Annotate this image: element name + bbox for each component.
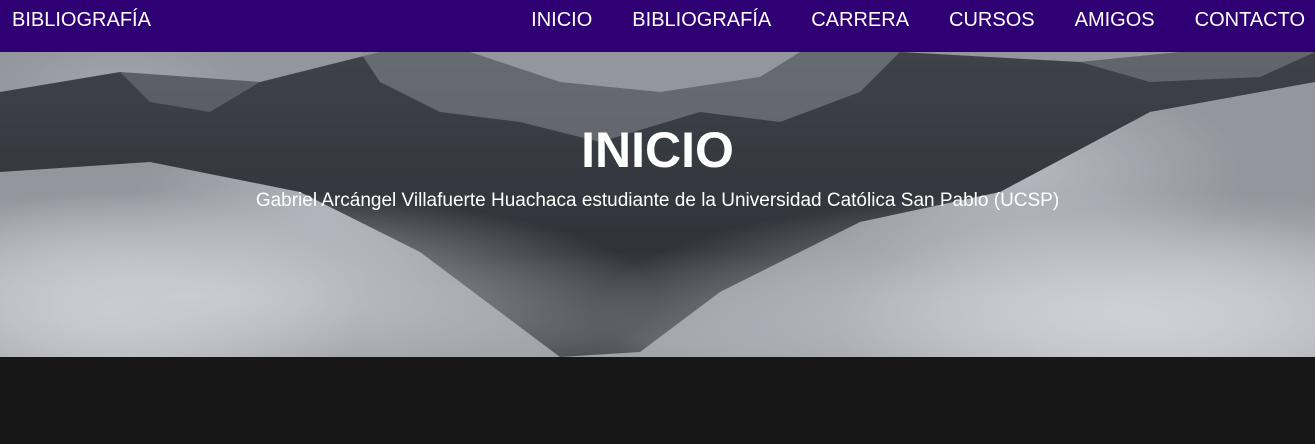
page-subtitle: Gabriel Arcángel Villafuerte Huachaca es… xyxy=(255,190,1060,211)
top-navbar: BIBLIOGRAFÍA INICIO BIBLIOGRAFÍA CARRERA… xyxy=(0,0,1315,52)
nav-links: INICIO BIBLIOGRAFÍA CARRERA CURSOS AMIGO… xyxy=(491,0,1315,30)
page-title: INICIO xyxy=(581,122,734,178)
nav-link-bibliografia[interactable]: BIBLIOGRAFÍA xyxy=(632,10,771,30)
hero-banner: INICIO Gabriel Arcángel Villafuerte Huac… xyxy=(0,52,1315,357)
brand-link[interactable]: BIBLIOGRAFÍA xyxy=(0,0,151,30)
nav-link-carrera[interactable]: CARRERA xyxy=(811,10,909,30)
nav-link-contacto[interactable]: CONTACTO xyxy=(1195,10,1305,30)
dark-content-area xyxy=(0,357,1315,444)
nav-link-amigos[interactable]: AMIGOS xyxy=(1075,10,1155,30)
nav-link-inicio[interactable]: INICIO xyxy=(531,10,592,30)
nav-link-cursos[interactable]: CURSOS xyxy=(949,10,1035,30)
